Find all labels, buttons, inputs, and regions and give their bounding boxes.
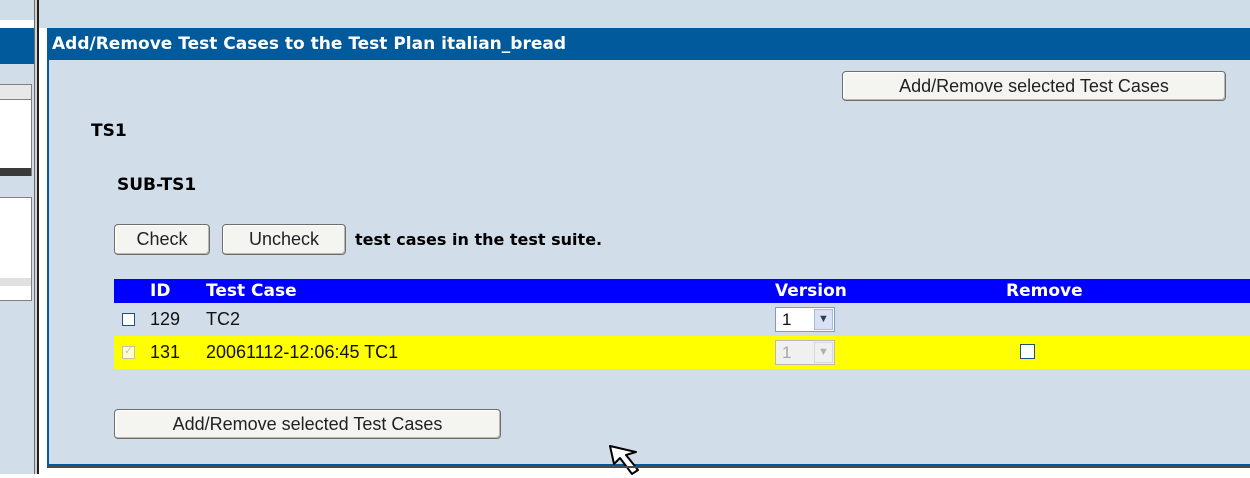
table-row: 129 TC2 1 ▼ (114, 303, 1250, 336)
assignment-panel: Add/Remove selected Test Cases TS1 SUB-T… (47, 60, 1250, 475)
nav-tree-box[interactable] (0, 84, 32, 176)
add-remove-bottom-button[interactable]: Add/Remove selected Test Cases (114, 409, 501, 439)
nav-settings-box-scrollbar[interactable] (0, 278, 31, 286)
nav-settings-box[interactable] (0, 197, 32, 301)
version-select[interactable]: 1 ▼ (775, 307, 835, 332)
table-header: ID Test Case Version Remove (114, 279, 1250, 303)
check-hint-text: test cases in the test suite. (355, 230, 603, 249)
work-frame: Add/Remove Test Cases to the Test Plan i… (39, 0, 1250, 475)
row-remove-checkbox[interactable] (1020, 344, 1035, 359)
row-select-checkbox[interactable] (122, 313, 135, 326)
navigation-frame (0, 0, 34, 474)
work-top-strip (39, 0, 1250, 28)
header-id: ID (150, 281, 171, 301)
chevron-down-icon[interactable]: ▼ (814, 309, 833, 330)
row-test-case-name: TC2 (206, 309, 241, 329)
version-select-disabled: 1 ▼ (775, 340, 835, 365)
uncheck-all-button[interactable]: Uncheck (222, 224, 346, 255)
header-version: Version (775, 281, 847, 301)
test-suite-title: TS1 (91, 121, 127, 141)
table-row-assigned: ✓ 131 20061112-12:06:45 TC1 1 ▼ (114, 336, 1250, 369)
check-all-button[interactable]: Check (114, 224, 210, 255)
page-title: Add/Remove Test Cases to the Test Plan i… (47, 28, 1250, 60)
row-id: 129 (150, 309, 181, 329)
sub-test-suite-title: SUB-TS1 (117, 175, 197, 195)
nav-tree-box-header (0, 85, 31, 100)
header-test-case: Test Case (206, 281, 297, 301)
bottom-border (47, 466, 1250, 468)
version-select-value: 1 (782, 343, 792, 362)
add-remove-top-button[interactable]: Add/Remove selected Test Cases (842, 71, 1226, 101)
version-select-value: 1 (782, 310, 792, 329)
check-mark-icon: ✓ (124, 345, 134, 357)
chevron-down-icon: ▼ (814, 342, 833, 363)
mouse-pointer-icon (609, 445, 639, 475)
splitter-edge (34, 0, 35, 474)
nav-top-strip (0, 0, 34, 20)
row-id: 131 (150, 342, 181, 362)
row-select-checkbox-disabled: ✓ (122, 345, 135, 359)
nav-header-bar (0, 28, 34, 64)
row-test-case-name: 20061112-12:06:45 TC1 (206, 342, 399, 362)
nav-tree-box-scrollbar[interactable] (0, 168, 31, 176)
header-remove: Remove (1006, 281, 1083, 301)
